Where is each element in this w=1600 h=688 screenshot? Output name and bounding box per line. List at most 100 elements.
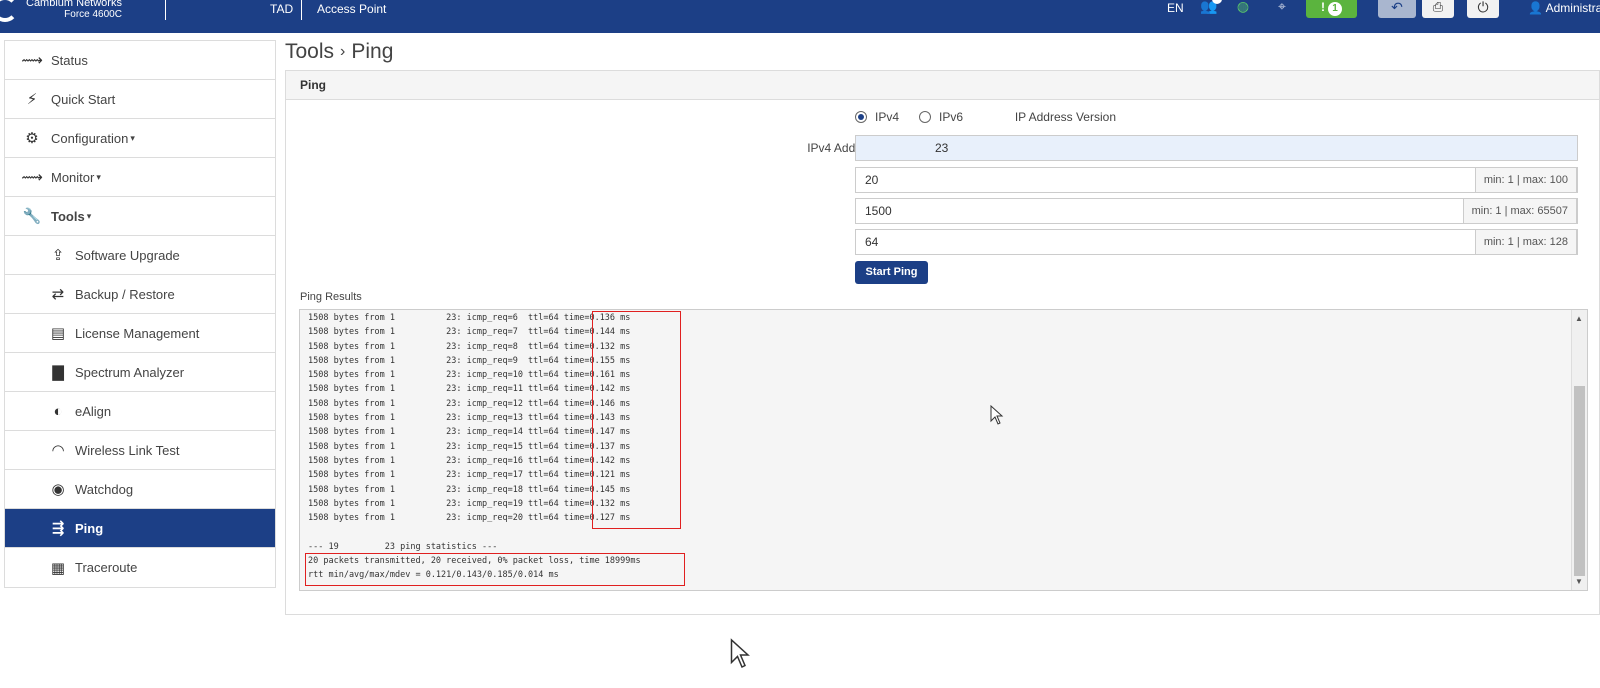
sidebar-item-backup-restore[interactable]: ⇄ Backup / Restore: [5, 275, 275, 314]
ip-version-label: IP Address Version: [1014, 110, 1116, 124]
caret-down-icon: ▾: [96, 171, 101, 182]
ping-statistics-header: --- 19 23 ping statistics ---: [308, 541, 498, 552]
buffer-input[interactable]: 1500 min: 1 | max: 65507: [855, 198, 1578, 224]
sidebar-item-label: Watchdog: [75, 481, 134, 497]
sidebar-item-status[interactable]: ⟿ Status: [5, 41, 275, 80]
buffer-row: Buffer Size (-s) 1500min: 1 | max: 65507: [286, 198, 1600, 224]
packets-range-hint: min: 1 | max: 100: [1474, 167, 1577, 193]
sidebar-item-label: Status: [51, 52, 88, 68]
packets-value: 20: [865, 173, 879, 187]
ping-reply-line: 1508 bytes from 1 23: icmp_req=10 ttl=64…: [308, 370, 631, 381]
buffer-range-hint: min: 1 | max: 65507: [1462, 198, 1577, 224]
running-person-icon: ⚡: [26, 91, 38, 108]
ttl-range-hint: min: 1 | max: 128: [1474, 229, 1577, 255]
ttl-value: 64: [865, 235, 879, 249]
top-bar: Cambium Networks Force 4600C TAD Access …: [0, 0, 1600, 33]
scrollbar-thumb[interactable]: [1574, 386, 1585, 576]
address-value: 23: [935, 141, 949, 155]
traceroute-icon: ▦: [50, 559, 66, 577]
sidebar-item-spectrum-analyzer[interactable]: ▇ Spectrum Analyzer: [5, 353, 275, 392]
time-highlight-box: [592, 311, 681, 529]
panel-title: Ping: [286, 71, 1599, 100]
radio-checked-icon: [855, 111, 867, 123]
upload-icon: ⇪: [51, 247, 65, 264]
reboot-button[interactable]: ⏻: [1467, 0, 1499, 18]
ping-results-label: Ping Results: [300, 291, 362, 303]
ping-reply-line: 1508 bytes from 1 23: icmp_req=19 ttl=64…: [308, 498, 631, 509]
breadcrumb: Tools › Ping: [285, 40, 393, 64]
ping-results-output[interactable]: 1508 bytes from 1 23: icmp_req=6 ttl=64 …: [299, 309, 1588, 591]
sidebar-item-monitor[interactable]: ⟿ Monitor ▾: [5, 158, 275, 197]
scroll-down-icon[interactable]: ▼: [1575, 577, 1583, 586]
ping-reply-line: 1508 bytes from 1 23: icmp_req=18 ttl=64…: [308, 484, 631, 495]
buffer-value: 1500: [865, 204, 892, 218]
ping-reply-line: 1508 bytes from 1 23: icmp_req=14 ttl=64…: [308, 427, 631, 438]
wireless-icon: ◠: [51, 442, 65, 459]
sidebar-item-label: Traceroute: [75, 560, 138, 575]
sidebar-item-license-management[interactable]: ▤ License Management: [5, 314, 275, 353]
save-button[interactable]: ⎙: [1422, 0, 1454, 18]
sidebar-item-quick-start[interactable]: ⚡ Quick Start: [5, 80, 275, 119]
sidebar-item-label: Wireless Link Test: [75, 442, 180, 458]
site-name: TAD: [270, 2, 294, 16]
location-pin-icon[interactable]: ⌖: [1273, 0, 1291, 16]
ping-reply-line: 1508 bytes from 1 23: icmp_req=13 ttl=64…: [308, 413, 631, 424]
sidebar-item-software-upgrade[interactable]: ⇪ Software Upgrade: [5, 236, 275, 275]
mouse-pointer-icon: [730, 638, 750, 669]
ipv6-radio[interactable]: IPv6: [919, 104, 963, 130]
sidebar-item-label: Spectrum Analyzer: [75, 364, 185, 380]
ping-reply-line: 1508 bytes from 1 23: icmp_req=7 ttl=64 …: [308, 327, 631, 338]
sidebar-item-label: Monitor: [51, 169, 95, 185]
breadcrumb-parent[interactable]: Tools: [285, 40, 334, 63]
sidebar: ⟿ Status ⚡ Quick Start ⚙ Configuration ▾ …: [4, 40, 276, 588]
cambium-logo-icon: [0, 0, 18, 22]
undo-button[interactable]: ↶: [1378, 0, 1416, 18]
globe-icon[interactable]: ◍: [1234, 0, 1252, 16]
sidebar-item-ealign[interactable]: ◐ eAlign: [5, 392, 275, 431]
ping-icon: ⇶: [51, 520, 65, 537]
radio-label: IPv6: [939, 110, 964, 124]
address-input[interactable]: 23: [855, 135, 1578, 161]
brand-name: Cambium Networks: [26, 0, 122, 9]
language-selector[interactable]: EN: [1167, 1, 1184, 15]
sidebar-item-label: eAlign: [75, 403, 112, 419]
sidebar-item-watchdog[interactable]: ◉ Watchdog: [5, 470, 275, 509]
user-menu[interactable]: 👤 Administra: [1528, 1, 1600, 15]
ping-panel: Ping IP Address Version IPv4 IPv6 IPv4 A…: [285, 70, 1600, 615]
alarms-button[interactable]: ! 1: [1306, 0, 1357, 18]
page-title: Ping: [351, 40, 394, 63]
sidebar-item-ping[interactable]: ⇶ Ping: [5, 509, 275, 548]
user-name: Administra: [1545, 1, 1600, 15]
start-ping-button[interactable]: Start Ping: [855, 261, 928, 284]
backup-icon: ⇄: [51, 286, 65, 303]
ping-reply-line: 1508 bytes from 1 23: icmp_req=15 ttl=64…: [308, 441, 631, 452]
ping-reply-line: 1508 bytes from 1 23: icmp_req=16 ttl=64…: [308, 455, 631, 466]
ping-reply-line: 1508 bytes from 1 23: icmp_req=12 ttl=64…: [308, 398, 631, 409]
ipv4-radio[interactable]: IPv4: [855, 104, 899, 130]
sidebar-item-traceroute[interactable]: ▦ Traceroute: [5, 548, 275, 587]
ping-reply-line: 1508 bytes from 1 23: icmp_req=11 ttl=64…: [308, 384, 631, 395]
ping-reply-line: 1508 bytes from 1 23: icmp_req=6 ttl=64 …: [308, 313, 631, 323]
sidebar-item-label: Tools: [51, 208, 85, 224]
users-icon[interactable]: 👥: [1200, 0, 1222, 16]
sidebar-item-tools[interactable]: 🔧 Tools ▾: [5, 197, 275, 236]
alarm-icon: !: [1321, 0, 1325, 14]
results-scrollbar[interactable]: ▲ ▼: [1571, 310, 1587, 590]
heartbeat-icon: ⟿: [21, 169, 43, 186]
device-model: Force 4600C: [64, 9, 122, 20]
ping-reply-line: 1508 bytes from 1 23: icmp_req=8 ttl=64 …: [308, 341, 631, 352]
alarm-count: 1: [1328, 2, 1342, 16]
breadcrumb-separator: ›: [340, 43, 346, 60]
summary-highlight-box: [305, 553, 685, 586]
mouse-pointer-icon: [990, 405, 1004, 425]
packets-input[interactable]: 20 min: 1 | max: 100: [855, 167, 1578, 193]
sidebar-item-wireless-link-test[interactable]: ◠ Wireless Link Test: [5, 431, 275, 470]
scroll-up-icon[interactable]: ▲: [1575, 314, 1583, 323]
sidebar-item-label: Ping: [75, 520, 104, 536]
power-icon: ⏻: [1477, 0, 1489, 15]
ttl-input[interactable]: 64 min: 1 | max: 128: [855, 229, 1578, 255]
ttl-row: TTL (-t) 64min: 1 | max: 128: [286, 229, 1600, 255]
sidebar-item-configuration[interactable]: ⚙ Configuration ▾: [5, 119, 275, 158]
bar-chart-icon: ▇: [52, 364, 64, 381]
